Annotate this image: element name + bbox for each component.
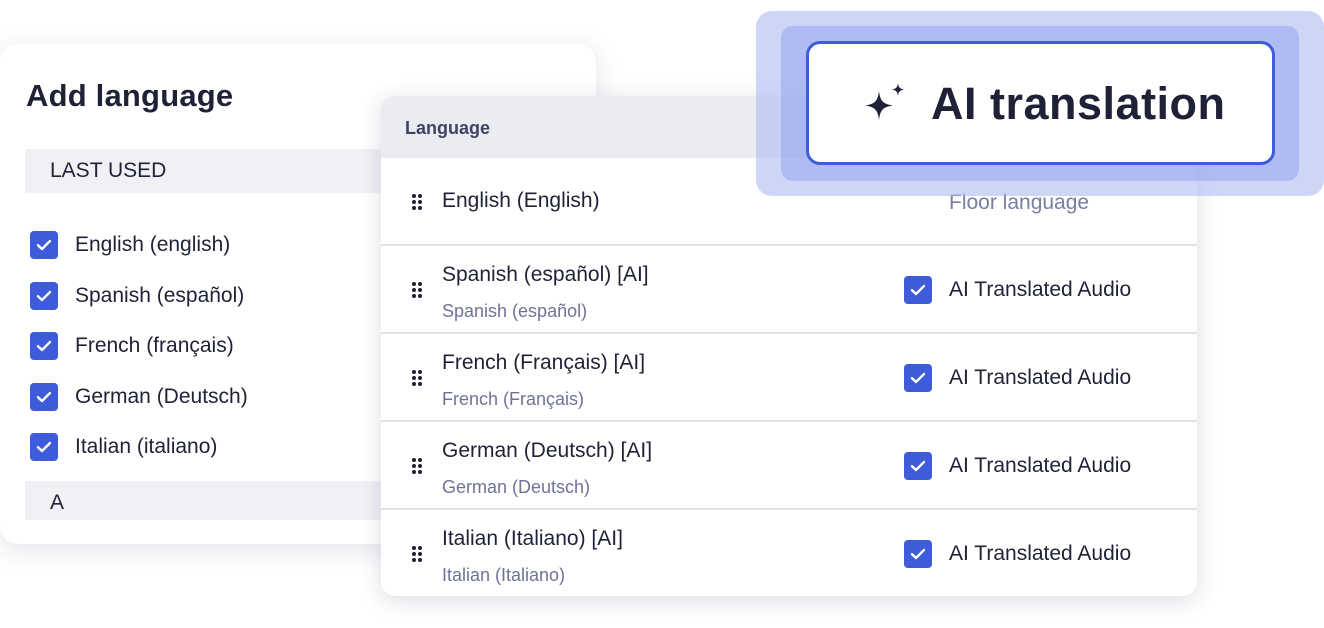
ai-audio-option[interactable]: AI Translated Audio [904,276,1131,304]
ai-translation-label: AI translation [931,78,1226,129]
checkbox-checked[interactable] [30,382,58,411]
ai-audio-label: AI Translated Audio [949,366,1132,389]
checkbox-checked[interactable] [904,452,932,480]
stage: Add language LAST USED English (english)… [0,0,1324,628]
list-item[interactable]: German (Deutsch) [30,372,248,423]
checkmark-icon [36,240,52,251]
ai-audio-label: AI Translated Audio [949,454,1132,477]
list-item-label: English (english) [75,233,231,257]
row-language-subtitle: German (Deutsch) [442,477,591,497]
checkmark-icon [36,391,52,402]
row-language-subtitle: Italian (Italiano) [442,565,566,585]
ai-audio-option[interactable]: AI Translated Audio [904,364,1131,392]
checkbox-checked[interactable] [904,364,932,392]
language-list: English (english) Spanish (español) Fren… [30,220,248,473]
ai-audio-option[interactable]: AI Translated Audio [904,540,1131,568]
checkmark-icon [910,460,926,472]
table-row: Spanish (español) [AI] Spanish (español)… [381,246,1197,334]
row-language-name: Spanish (español) [AI] [442,263,649,286]
ai-translation-badge: AI translation [806,41,1275,165]
row-language-name: French (Français) [AI] [442,351,646,374]
checkmark-icon [910,284,926,296]
list-item[interactable]: Italian (italiano) [30,422,248,473]
add-language-title: Add language [26,78,234,113]
row-language-name: German (Deutsch) [AI] [442,439,653,462]
list-item-label: Spanish (español) [75,283,245,307]
ai-audio-label: AI Translated Audio [949,542,1132,565]
checkmark-icon [36,290,52,301]
ai-audio-label: AI Translated Audio [949,278,1132,301]
ai-audio-option[interactable]: AI Translated Audio [904,452,1131,480]
table-row: Italian (Italiano) [AI] Italian (Italian… [381,510,1197,596]
table-row: French (Français) [AI] French (Français)… [381,334,1197,422]
row-language-subtitle: Spanish (español) [442,301,588,321]
sparkle-icon [865,83,905,120]
drag-handle-icon[interactable] [411,281,423,299]
row-language-name: English (English) [442,189,600,212]
checkbox-checked[interactable] [904,276,932,304]
checkbox-checked[interactable] [30,231,58,260]
checkbox-checked[interactable] [30,281,58,310]
drag-handle-icon[interactable] [411,545,423,563]
list-item[interactable]: French (français) [30,321,248,372]
list-item-label: German (Deutsch) [75,384,248,408]
drag-handle-icon[interactable] [411,193,423,211]
drag-handle-icon[interactable] [411,457,423,475]
list-item[interactable]: Spanish (español) [30,271,248,322]
checkmark-icon [36,442,52,453]
list-item-label: French (français) [75,334,234,358]
row-language-name: Italian (Italiano) [AI] [442,527,623,550]
row-language-subtitle: French (Français) [442,389,585,409]
checkmark-icon [910,548,926,560]
list-item[interactable]: English (english) [30,220,248,271]
table-row: German (Deutsch) [AI] German (Deutsch) A… [381,422,1197,510]
list-item-label: Italian (italiano) [75,435,218,459]
checkmark-icon [910,372,926,384]
checkmark-icon [36,341,52,352]
drag-handle-icon[interactable] [411,369,423,387]
checkbox-checked[interactable] [30,332,58,361]
checkbox-checked[interactable] [904,540,932,568]
checkbox-checked[interactable] [30,433,58,462]
